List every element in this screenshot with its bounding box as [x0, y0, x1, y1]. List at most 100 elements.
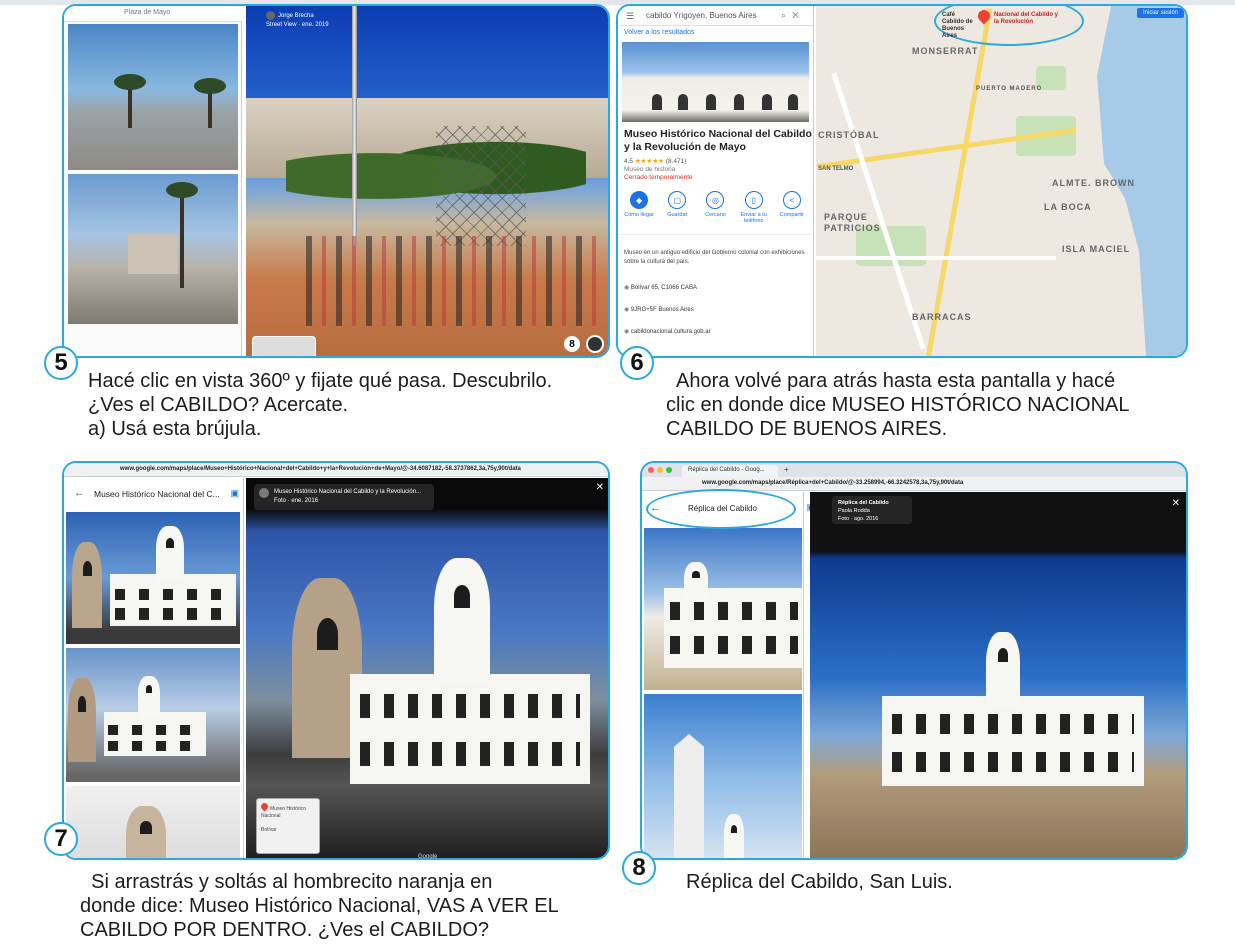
share-button[interactable]: < Compartir: [775, 191, 809, 224]
place-description: Museo en un antiguo edificio del Gobiern…: [618, 234, 813, 267]
photo-count-badge: 8: [564, 336, 580, 352]
map-label: MONSERRAT: [912, 46, 979, 56]
sidebar-title: Museo Histórico Nacional del C...: [94, 489, 220, 499]
back-to-results-link[interactable]: Volver a los resultados: [618, 26, 813, 38]
window-controls[interactable]: [648, 467, 675, 475]
caption-line: Si arrastrás y soltás al hombrecito nara…: [80, 871, 493, 893]
map-label: SAN TELMO: [818, 166, 854, 172]
map-label: LA BOCA: [1044, 202, 1092, 212]
screenshot-street-view-plaza: Plaza de Mayo Jorge Brecha Street View ·…: [62, 4, 610, 358]
photo-title: Réplica del Cabildo: [838, 500, 889, 506]
map-canvas[interactable]: MONSERRAT PUERTO MADERO CRISTÓBAL SAN TE…: [816, 6, 1186, 356]
search-input[interactable]: Plaza de Mayo: [64, 6, 242, 22]
street: [816, 256, 1056, 260]
caption-line: clic en donde dice MUSEO HISTÓRICO NACIO…: [666, 394, 1130, 416]
map-label[interactable]: Café Cabildo de Buenos Aires: [942, 12, 978, 40]
sign-in-button[interactable]: Iniciar sesión: [1136, 8, 1184, 18]
screenshot-maps-place: ☰ cabildo Yrigoyen, Buenos Aires ⌕✕ Volv…: [616, 4, 1188, 358]
place-details: Bolívar 65, C1066 CABA 9JRG+5F Buenos Ai…: [618, 267, 813, 343]
search-icon[interactable]: ⌕✕: [781, 10, 805, 21]
map-label: BARRACAS: [912, 312, 972, 322]
caption-line: ¿Ves el CABILDO? Acercate.: [88, 394, 349, 416]
step-number-5: 5: [44, 346, 78, 380]
photo-sidebar: ← Réplica del Cabildo ▣: [642, 492, 815, 858]
action-label: Compartir: [779, 212, 804, 218]
place-type[interactable]: Museo de historia: [618, 165, 813, 173]
step-8-caption: Réplica del Cabildo, San Luis.: [686, 870, 1086, 894]
minimap-street: Bolívar: [261, 827, 277, 833]
star-icons: ★★★★★: [634, 158, 664, 165]
menu-icon[interactable]: ☰: [626, 11, 634, 22]
send-to-phone-button[interactable]: ▯ Enviar a tu teléfono: [737, 191, 771, 224]
photo-thumbnail[interactable]: [66, 786, 240, 858]
place-sidebar: ☰ cabildo Yrigoyen, Buenos Aires ⌕✕ Volv…: [618, 6, 814, 356]
street-view-360[interactable]: Jorge Brecha Street View · ene. 2019 8: [246, 6, 608, 356]
map-label[interactable]: Nacional del Cabildo y la Revolución: [994, 12, 1064, 26]
photo-thumbnail[interactable]: [68, 24, 238, 170]
photo-thumbnail[interactable]: [644, 528, 802, 690]
nearby-icon: ◎: [706, 191, 725, 209]
review-count[interactable]: (8.471): [666, 158, 687, 165]
rating-value: 4,5: [624, 158, 634, 165]
browser-tab-bar: Réplica del Cabildo - Goog... +: [642, 463, 1186, 477]
map-label: ISLA MACIEL: [1062, 244, 1131, 254]
author-name: Paola Rodda: [838, 508, 870, 514]
cabildo-tower-image: [434, 558, 490, 682]
photo-thumbnail[interactable]: [644, 694, 802, 858]
photo-viewer[interactable]: Museo Histórico Nacional del Cabildo y l…: [246, 478, 608, 860]
photo-thumbnail[interactable]: [66, 648, 240, 782]
directions-button[interactable]: ◆ Cómo llegar: [622, 191, 656, 224]
screenshot-replica-cabildo: Réplica del Cabildo - Goog... + www.goog…: [640, 461, 1188, 860]
map-pin-icon: [259, 801, 270, 812]
author-name: Jorge Brecha: [278, 13, 314, 20]
back-arrow-icon[interactable]: ←: [74, 487, 85, 499]
place-rating: 4,5 ★★★★★ (8.471): [618, 154, 813, 165]
map-label: PUERTO MADERO: [976, 86, 1043, 92]
photo-info-chip: Jorge Brecha Street View · ene. 2019: [266, 11, 329, 30]
photo-info-chip: Museo Histórico Nacional del Cabildo y l…: [254, 484, 434, 510]
address-bar[interactable]: www.google.com/maps/place/Museo+Históric…: [64, 463, 608, 477]
highlight-circle: [646, 489, 796, 529]
search-input[interactable]: ☰ cabildo Yrigoyen, Buenos Aires ⌕✕: [618, 6, 813, 26]
action-buttons: ◆ Cómo llegar ▢ Guardar ◎ Cercano ▯ Enviar a…: [618, 181, 813, 224]
highway: [924, 8, 993, 356]
bookmark-icon: ▢: [668, 191, 687, 209]
flagpole-image: [352, 6, 357, 246]
close-icon[interactable]: ✕: [596, 482, 604, 493]
photos-icon[interactable]: ▣: [230, 488, 239, 499]
address-row[interactable]: Bolívar 65, C1066 CABA: [624, 277, 813, 299]
compass-icon[interactable]: [586, 335, 604, 353]
minimap-thumbnail[interactable]: Museo Histórico Nacional Bolívar: [256, 798, 320, 854]
photo-viewer[interactable]: Réplica del Cabildo Paola Rodda Foto · a…: [810, 492, 1186, 858]
caption-line: donde dice: Museo Histórico Nacional, VA…: [80, 895, 559, 917]
caption-line: CABILDO POR DENTRO. ¿Ves el CABILDO?: [80, 919, 489, 941]
photo-thumbnail[interactable]: [68, 174, 238, 324]
plus-code-row[interactable]: 9JRG+5F Buenos Aires: [624, 299, 813, 321]
new-tab-icon[interactable]: +: [784, 465, 789, 474]
step-5-caption: Hacé clic en vista 360º y fijate qué pas…: [88, 369, 608, 441]
step-number-8: 8: [622, 851, 656, 885]
nearby-button[interactable]: ◎ Cercano: [698, 191, 732, 224]
photo-thumbnail[interactable]: [66, 512, 240, 644]
avatar: [266, 11, 275, 20]
sidebar-header: ← Museo Histórico Nacional del C... ▣: [64, 478, 243, 510]
place-photo[interactable]: [622, 42, 809, 122]
action-label: Enviar a tu teléfono: [740, 212, 767, 224]
photo-info-chip: Réplica del Cabildo Paola Rodda Foto · a…: [832, 496, 912, 524]
crowd-image: [306, 236, 606, 326]
caption-line: a) Usá esta brújula.: [88, 418, 262, 440]
save-button[interactable]: ▢ Guardar: [660, 191, 694, 224]
photo-sidebar: Plaza de Mayo: [64, 6, 242, 356]
photo-date: Foto · ago. 2016: [838, 516, 879, 522]
phone-icon: ▯: [744, 191, 763, 209]
map-label: ALMTE. BROWN: [1052, 178, 1135, 188]
screenshot-cabildo-photos: www.google.com/maps/place/Museo+Históric…: [62, 461, 610, 860]
browser-tab[interactable]: Réplica del Cabildo - Goog...: [682, 465, 778, 477]
minimap-thumbnail[interactable]: [252, 336, 316, 356]
google-watermark: Google: [418, 854, 438, 860]
website-row[interactable]: cabildonacional.cultura.gob.ar: [624, 321, 813, 343]
action-label: Cómo llegar: [624, 212, 654, 218]
caption-line: Ahora volvé para atrás hasta esta pantal…: [666, 370, 1116, 392]
close-icon[interactable]: ✕: [1172, 498, 1180, 509]
cabildo-tower-image: [986, 632, 1020, 706]
